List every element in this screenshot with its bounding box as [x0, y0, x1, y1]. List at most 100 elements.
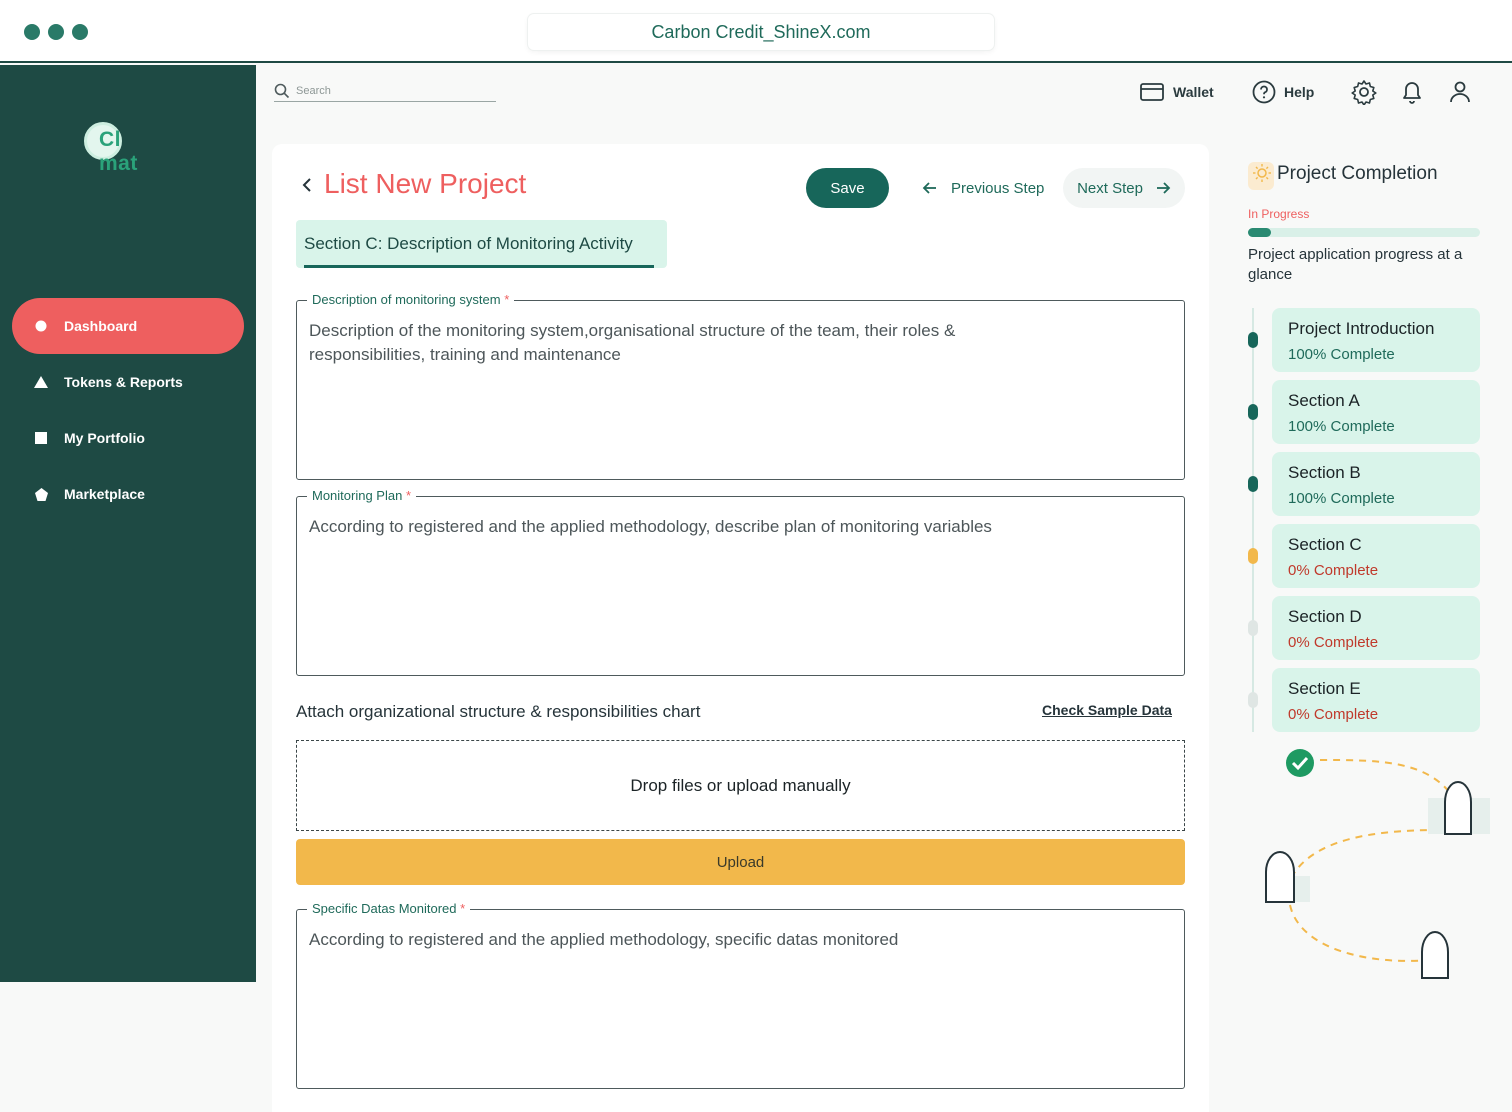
- completion-step[interactable]: Project Introduction 100% Complete: [1272, 308, 1480, 372]
- required-marker: *: [405, 488, 412, 503]
- completion-step[interactable]: Section C 0% Complete: [1272, 524, 1480, 588]
- completion-title: Project Completion: [1277, 163, 1438, 184]
- settings-button[interactable]: [1351, 78, 1377, 106]
- window-close-dot[interactable]: [24, 24, 40, 40]
- sidebar-item-tokens-reports[interactable]: Tokens & Reports: [12, 354, 244, 410]
- pentagon-icon: [34, 487, 48, 501]
- chevron-left-icon: [302, 178, 311, 192]
- completion-step[interactable]: Section E 0% Complete: [1272, 668, 1480, 732]
- dropzone-text: Drop files or upload manually: [630, 775, 851, 795]
- previous-step-label: Previous Step: [951, 179, 1045, 197]
- search-input[interactable]: Search: [274, 80, 496, 102]
- timeline-line: [1252, 308, 1254, 732]
- specific-datas-field[interactable]: Specific Datas Monitored * According to …: [296, 901, 1185, 1089]
- sidebar-item-my-portfolio[interactable]: My Portfolio: [12, 410, 244, 466]
- logo-text: Cl mat: [99, 128, 138, 175]
- next-step-button[interactable]: Next Step: [1063, 168, 1185, 208]
- completion-step-name: Section C: [1288, 535, 1362, 554]
- completion-step-percent: 0% Complete: [1288, 706, 1379, 723]
- section-tab[interactable]: Section C: Description of Monitoring Act…: [296, 220, 667, 268]
- monitoring-system-field[interactable]: Description of monitoring system * Descr…: [296, 292, 1185, 480]
- window-maximize-dot[interactable]: [72, 24, 88, 40]
- completion-step-name: Project Introduction: [1288, 319, 1435, 338]
- previous-step-button[interactable]: Previous Step: [922, 168, 1044, 208]
- page-title: List New Project: [324, 168, 527, 199]
- completion-step-percent: 0% Complete: [1288, 562, 1379, 579]
- upload-button[interactable]: Upload: [296, 839, 1185, 885]
- section-tab-label: Section C: Description of Monitoring Act…: [304, 234, 633, 253]
- timeline-dot: [1248, 548, 1258, 564]
- search-icon: [274, 83, 290, 98]
- completion-step[interactable]: Section A 100% Complete: [1272, 380, 1480, 444]
- completion-progress-bar: [1248, 228, 1480, 237]
- milestone-illustration: [1265, 749, 1490, 979]
- completion-progress-fill: [1248, 228, 1272, 237]
- wallet-label: Wallet: [1173, 84, 1214, 100]
- search-placeholder: Search: [296, 84, 331, 97]
- browser-chrome: Carbon Credit_ShineX.com: [0, 0, 1512, 63]
- triangle-icon: [34, 375, 48, 389]
- arrow-right-icon: [1156, 182, 1171, 194]
- wallet-button[interactable]: Wallet: [1140, 78, 1214, 106]
- field-label-text: Monitoring Plan: [312, 488, 403, 503]
- completion-step-percent: 0% Complete: [1288, 634, 1379, 651]
- field-label: Monitoring Plan *: [307, 488, 417, 503]
- completion-step-name: Section E: [1288, 679, 1361, 698]
- address-bar-url: Carbon Credit_ShineX.com: [651, 21, 871, 42]
- required-marker: *: [504, 292, 510, 307]
- completion-step-percent: 100% Complete: [1288, 418, 1395, 435]
- gear-icon: [1351, 80, 1377, 105]
- user-icon: [1450, 81, 1470, 103]
- sun-icon: [1248, 162, 1274, 190]
- back-button[interactable]: [300, 176, 314, 200]
- completion-step-percent: 100% Complete: [1288, 490, 1395, 507]
- completion-step[interactable]: Section D 0% Complete: [1272, 596, 1480, 660]
- completion-step-name: Section B: [1288, 463, 1361, 482]
- arrow-left-icon: [922, 182, 936, 194]
- completion-step-name: Section A: [1288, 391, 1360, 410]
- field-label: Description of monitoring system *: [307, 292, 515, 307]
- file-dropzone[interactable]: Drop files or upload manually: [296, 740, 1185, 831]
- sidebar-item-marketplace[interactable]: Marketplace: [12, 466, 244, 522]
- completion-step-name: Section D: [1288, 607, 1362, 626]
- sidebar-item-label: Marketplace: [64, 486, 145, 502]
- monitoring-plan-field[interactable]: Monitoring Plan * According to registere…: [296, 488, 1185, 676]
- timeline-dot: [1248, 476, 1258, 492]
- timeline-dot: [1248, 404, 1258, 420]
- help-icon: [1252, 80, 1276, 104]
- sidebar: Cl mat: [0, 65, 256, 982]
- field-placeholder: Description of the monitoring system,org…: [309, 321, 956, 364]
- timeline-dot: [1248, 620, 1258, 636]
- square-icon: [34, 431, 48, 445]
- next-step-label: Next Step: [1077, 179, 1143, 197]
- field-placeholder: According to registered and the applied …: [309, 930, 899, 949]
- completion-step-percent: 100% Complete: [1288, 346, 1395, 363]
- completion-description: Project application progress at a glance: [1248, 246, 1463, 283]
- sidebar-item-label: My Portfolio: [64, 430, 145, 446]
- sidebar-item-label: Tokens & Reports: [64, 374, 183, 390]
- attach-label: Attach organizational structure & respon…: [296, 702, 701, 721]
- save-button[interactable]: Save: [806, 168, 889, 208]
- timeline-dot: [1248, 692, 1258, 708]
- field-placeholder: According to registered and the applied …: [309, 517, 992, 536]
- help-label: Help: [1284, 84, 1315, 100]
- help-button[interactable]: Help: [1252, 78, 1314, 106]
- circle-icon: [34, 319, 48, 333]
- section-tab-underline: [304, 265, 654, 268]
- sidebar-item-label: Dashboard: [64, 318, 138, 334]
- completion-step[interactable]: Section B 100% Complete: [1272, 452, 1480, 516]
- window-minimize-dot[interactable]: [48, 24, 64, 40]
- field-label-text: Description of monitoring system: [312, 292, 501, 307]
- field-label-text: Specific Datas Monitored: [312, 901, 457, 916]
- address-bar[interactable]: Carbon Credit_ShineX.com: [528, 14, 994, 50]
- completion-status: In Progress: [1248, 207, 1310, 221]
- profile-button[interactable]: [1448, 78, 1472, 106]
- sidebar-item-dashboard[interactable]: Dashboard: [12, 298, 244, 354]
- required-marker: *: [460, 901, 466, 916]
- field-label: Specific Datas Monitored *: [307, 901, 471, 916]
- timeline-dot: [1248, 332, 1258, 348]
- notifications-button[interactable]: [1400, 78, 1424, 106]
- wallet-icon: [1140, 83, 1164, 101]
- check-sample-data-link[interactable]: Check Sample Data: [1042, 702, 1172, 718]
- logo[interactable]: Cl mat: [84, 121, 137, 175]
